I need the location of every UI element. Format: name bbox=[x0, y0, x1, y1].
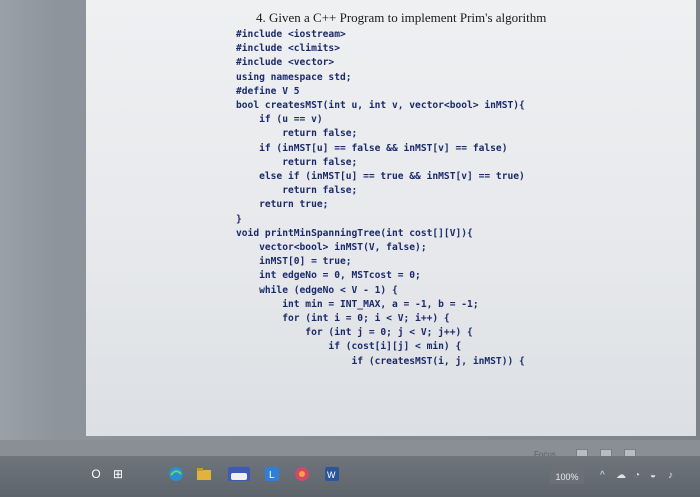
start-icon[interactable]: O bbox=[86, 464, 106, 484]
code-line: vector<bool> inMST(V, false); bbox=[236, 242, 427, 253]
code-line: if (inMST[u] == false && inMST[v] == fal… bbox=[236, 142, 508, 154]
learning-app-icon[interactable]: L bbox=[262, 464, 282, 484]
code-line: return false; bbox=[236, 128, 358, 140]
code-line: #include <vector> bbox=[236, 57, 335, 69]
wifi-icon[interactable]: ◒ bbox=[650, 470, 656, 481]
code-line: int min = INT_MAX, a = -1, b = -1; bbox=[236, 298, 479, 310]
code-line: for (int i = 0; i < V; i++) { bbox=[236, 313, 450, 324]
code-line: } bbox=[236, 213, 242, 225]
edge-browser-icon[interactable] bbox=[166, 464, 186, 484]
taskbar: O ⊞ L W ^ ☁ ◔ ◒ ♪ bbox=[0, 456, 700, 497]
tray-chevron-icon[interactable]: ^ bbox=[600, 470, 605, 481]
document-page: 4. Given a C++ Program to implement Prim… bbox=[86, 0, 696, 436]
code-line: for (int j = 0; j < V; j++) { bbox=[236, 327, 473, 339]
code-line: using namespace std; bbox=[236, 71, 352, 83]
code-line: return false; bbox=[236, 185, 358, 197]
document-content: 4. Given a C++ Program to implement Prim… bbox=[236, 6, 696, 367]
network-icon[interactable]: ◔ bbox=[634, 470, 640, 481]
onedrive-icon[interactable]: ☁ bbox=[616, 470, 626, 481]
code-line: while (edgeNo < V - 1) { bbox=[236, 284, 398, 296]
code-line: inMST[0] = true; bbox=[236, 256, 352, 268]
code-line: #include <climits> bbox=[236, 43, 340, 55]
volume-icon[interactable]: ♪ bbox=[668, 470, 673, 481]
code-line: else if (inMST[u] == true && inMST[v] ==… bbox=[236, 171, 525, 182]
file-explorer-icon[interactable] bbox=[194, 464, 214, 484]
zoom-level[interactable]: 100% bbox=[550, 470, 584, 484]
code-line: return false; bbox=[236, 156, 358, 168]
word-app-icon[interactable]: W bbox=[322, 464, 342, 484]
code-line: #define V 5 bbox=[236, 85, 300, 97]
code-line: void printMinSpanningTree(int cost[][V])… bbox=[236, 227, 473, 239]
code-line: if (u == v) bbox=[236, 114, 323, 126]
code-line: if (cost[i][j] < min) { bbox=[236, 341, 462, 353]
task-view-icon[interactable]: ⊞ bbox=[108, 464, 128, 484]
code-line: int edgeNo = 0, MSTcost = 0; bbox=[236, 270, 421, 282]
code-line: #include <iostream> bbox=[236, 29, 346, 40]
code-line: if (createsMST(i, j, inMST)) { bbox=[236, 355, 525, 367]
mail-badge-icon[interactable] bbox=[226, 464, 252, 484]
code-line: return true; bbox=[236, 199, 329, 211]
svg-text:W: W bbox=[327, 470, 336, 480]
question-title: 4. Given a C++ Program to implement Prim… bbox=[256, 10, 547, 25]
code-line: bool createsMST(int u, int v, vector<boo… bbox=[236, 100, 525, 111]
media-app-icon[interactable] bbox=[292, 464, 312, 484]
svg-text:L: L bbox=[269, 470, 275, 481]
